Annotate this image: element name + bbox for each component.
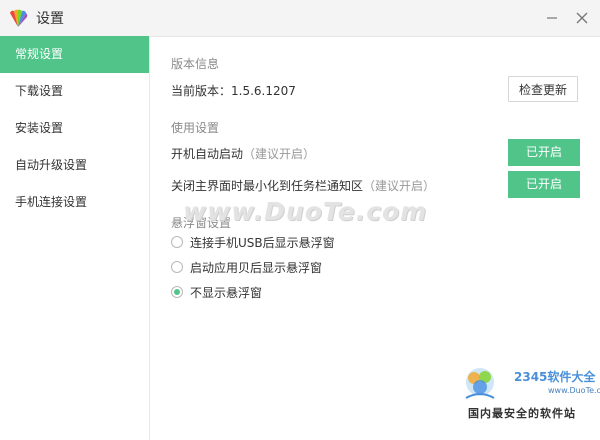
float-window-section-title: 悬浮窗设置 [171, 216, 232, 230]
settings-content: 版本信息 当前版本：1.5.6.1207 检查更新 使用设置 开机自动启动（建议… [150, 36, 600, 440]
close-icon [576, 12, 588, 24]
sidebar-item-download[interactable]: 下载设置 [0, 73, 149, 110]
sidebar-item-install[interactable]: 安装设置 [0, 110, 149, 147]
app-fan-logo-icon [10, 9, 28, 27]
radio-button[interactable] [171, 261, 183, 273]
autostart-hint: （建议开启） [243, 147, 316, 161]
settings-sidebar: 常规设置 下载设置 安装设置 自动升级设置 手机连接设置 [0, 36, 150, 440]
usage-section-title: 使用设置 [171, 121, 220, 135]
autostart-label: 开机自动启动（建议开启） [171, 145, 315, 162]
radio-button-checked[interactable] [171, 286, 183, 298]
title-bar: 设置 [0, 0, 600, 37]
minimize-to-tray-label-text: 关闭主界面时最小化到任务栏通知区 [171, 179, 364, 193]
minimize-icon [547, 17, 557, 19]
float-option-none[interactable]: 不显示悬浮窗 [171, 283, 262, 301]
float-option-none-label: 不显示悬浮窗 [190, 285, 263, 300]
minimize-to-tray-label: 关闭主界面时最小化到任务栏通知区（建议开启） [171, 177, 435, 194]
close-button[interactable] [570, 6, 594, 30]
minimize-button[interactable] [540, 6, 564, 30]
autostart-label-text: 开机自动启动 [171, 147, 244, 161]
minimize-to-tray-toggle-button[interactable]: 已开启 [508, 171, 580, 198]
check-update-button[interactable]: 检查更新 [508, 76, 578, 102]
float-option-app-launch[interactable]: 启动应用贝后显示悬浮窗 [171, 258, 322, 276]
radio-button[interactable] [171, 236, 183, 248]
sidebar-item-phone-connection[interactable]: 手机连接设置 [0, 184, 149, 221]
current-version-label: 当前版本：1.5.6.1207 [171, 84, 296, 98]
sidebar-item-general[interactable]: 常规设置 [0, 36, 149, 73]
sidebar-item-auto-upgrade[interactable]: 自动升级设置 [0, 147, 149, 184]
autostart-toggle-button[interactable]: 已开启 [508, 139, 580, 166]
float-option-app-launch-label: 启动应用贝后显示悬浮窗 [190, 260, 323, 275]
window-title: 设置 [36, 11, 64, 27]
float-option-usb[interactable]: 连接手机USB后显示悬浮窗 [171, 233, 335, 251]
minimize-to-tray-hint: （建议开启） [363, 179, 436, 193]
version-section-title: 版本信息 [171, 57, 220, 71]
float-option-usb-label: 连接手机USB后显示悬浮窗 [190, 235, 335, 250]
